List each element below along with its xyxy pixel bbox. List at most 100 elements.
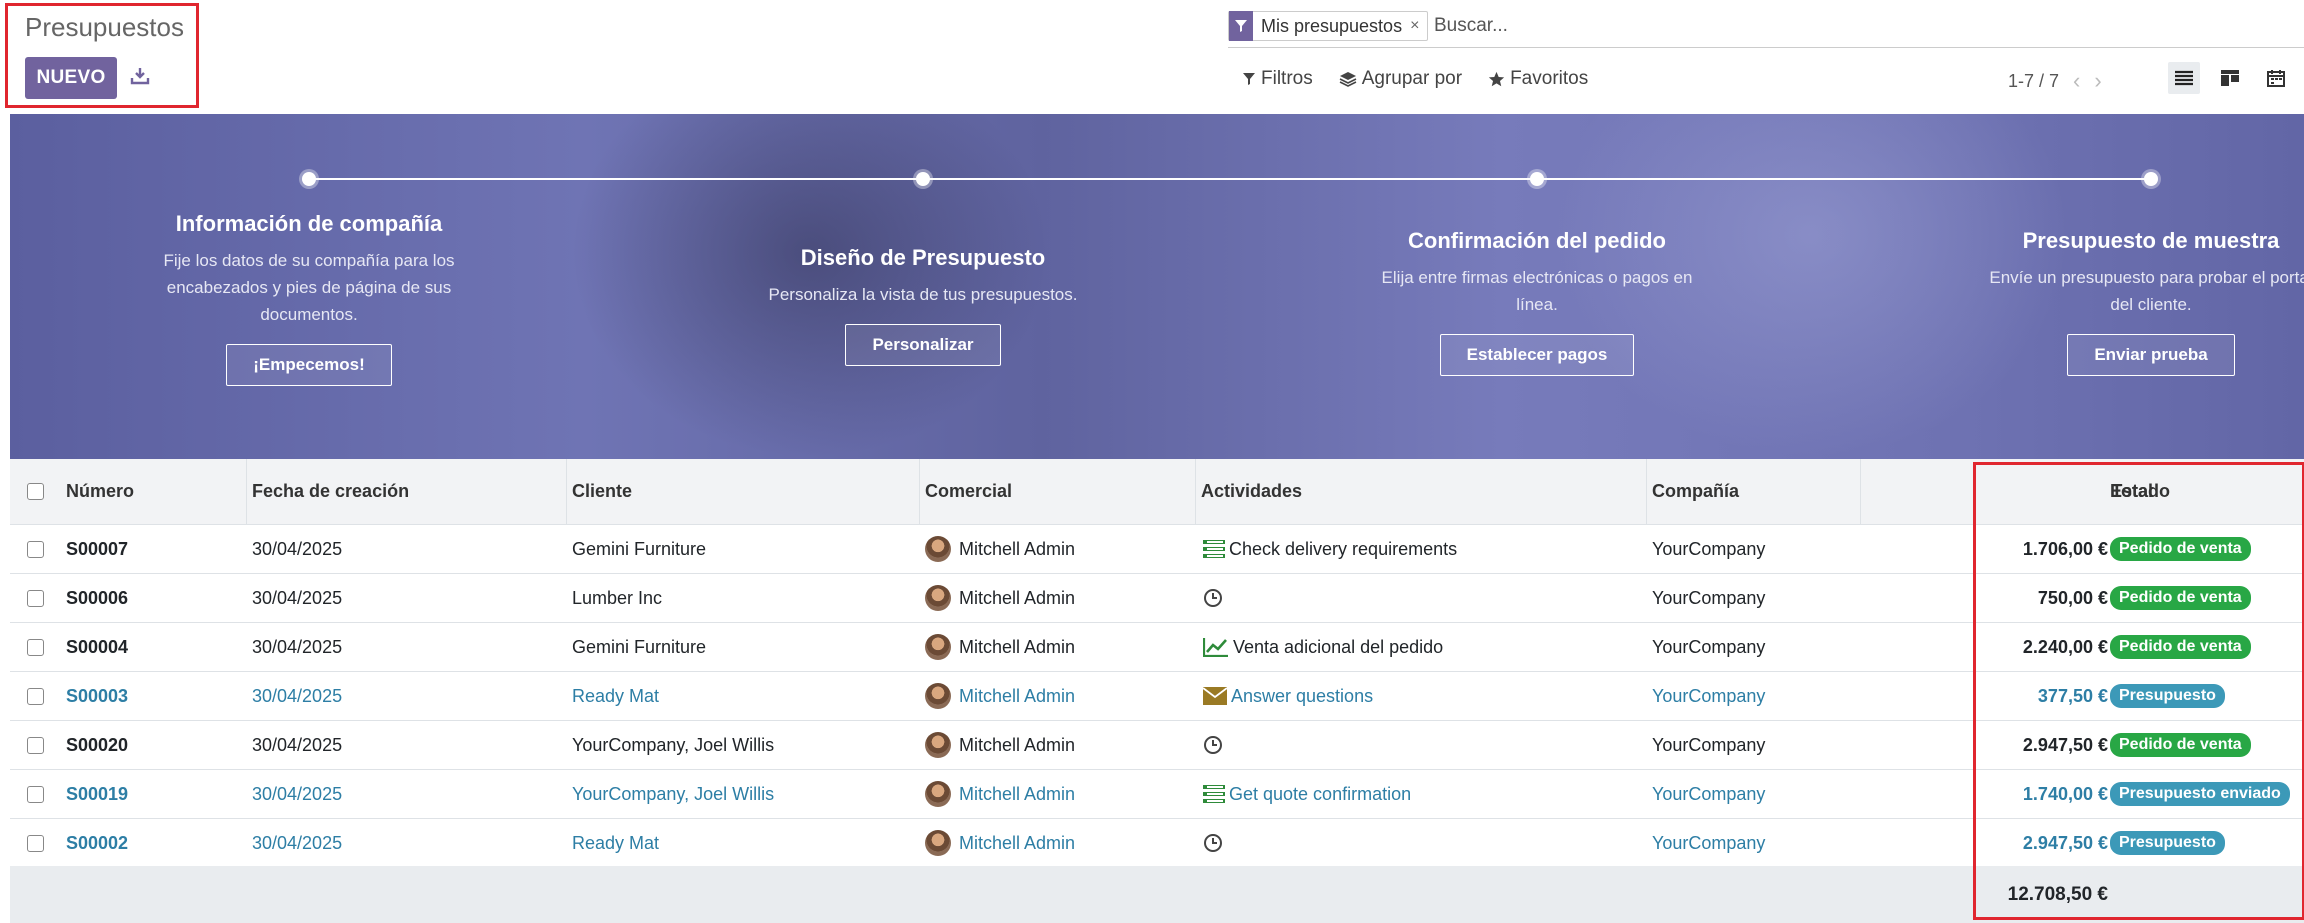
filters-label: Filtros [1261,68,1313,89]
row-date: 30/04/2025 [252,587,343,608]
row-date: 30/04/2025 [252,636,343,657]
step-description: Fije los datos de su compañía para los e… [163,251,455,324]
new-button[interactable]: NUEVO [25,57,117,99]
row-checkbox[interactable] [27,785,44,803]
groupby-dropdown[interactable]: Agrupar por [1339,68,1462,90]
row-salesperson[interactable]: Mitchell Admin [925,536,1075,562]
row-client: YourCompany, Joel Willis [572,783,775,804]
step-dot [302,172,316,186]
row-checkbox[interactable] [27,687,44,705]
groupby-label: Agrupar por [1361,68,1463,89]
table-row[interactable]: S00004 30/04/2025 Gemini Furniture Mitch… [10,623,2304,672]
clock-icon[interactable] [1203,833,1223,853]
search-facet[interactable]: Mis presupuestos × [1228,11,1429,41]
calendar-view-icon[interactable] [2260,62,2292,94]
step-title: Información de compañía [175,211,443,236]
kanban-view-icon[interactable] [2214,62,2246,94]
avatar [925,536,951,562]
row-number: S00019 [66,783,129,804]
row-date: 30/04/2025 [252,832,343,853]
select-all-checkbox[interactable] [27,483,44,500]
step-sample-quote: Presupuesto de muestra Envíe un presupue… [1981,228,2304,376]
activity-summary: Venta adicional del pedido [1233,636,1444,657]
row-activity[interactable]: Venta adicional del pedido [1203,637,1443,658]
row-activity[interactable] [1203,735,1227,755]
col-date[interactable]: Fecha de creación [252,481,409,502]
col-number[interactable]: Número [66,481,134,502]
favorites-dropdown[interactable]: Favoritos [1488,68,1588,90]
row-checkbox[interactable] [27,736,44,754]
row-checkbox[interactable] [27,589,44,607]
row-activity[interactable]: Answer questions [1203,686,1373,707]
table-row[interactable]: S00007 30/04/2025 Gemini Furniture Mitch… [10,525,2304,574]
avatar [925,781,951,807]
set-payments-button[interactable]: Establecer pagos [1439,334,1635,376]
clock-icon[interactable] [1203,735,1223,755]
salesperson-name: Mitchell Admin [959,587,1076,608]
salesperson-name: Mitchell Admin [959,538,1076,559]
control-panel: Presupuestos NUEVO Mis presupuestos × Fi… [0,0,2304,114]
row-activity[interactable]: Check delivery requirements [1203,539,1457,560]
row-activity[interactable] [1203,588,1227,608]
row-activity[interactable]: Get quote confirmation [1203,784,1411,805]
pager-next-icon[interactable]: › [2094,68,2101,94]
row-salesperson[interactable]: Mitchell Admin [925,781,1075,807]
row-client: Ready Mat [572,832,660,853]
step-quote-design: Diseño de Presupuesto Personaliza la vis… [753,245,1093,366]
envelope-icon[interactable] [1203,687,1227,705]
table-row[interactable]: S00003 30/04/2025 Ready Mat Mitchell Adm… [10,672,2304,721]
row-company: YourCompany [1652,783,1766,804]
step-company-info: Información de compañía Fije los datos d… [139,211,479,386]
table-header: Número Fecha de creación Cliente Comerci… [10,459,2304,525]
onboarding-banner: Información de compañía Fije los datos d… [10,114,2304,459]
row-salesperson[interactable]: Mitchell Admin [925,585,1075,611]
filter-icon [1229,11,1253,41]
list-icon[interactable] [1203,785,1225,803]
page-title: Presupuestos [25,12,184,42]
row-activity[interactable] [1203,833,1227,853]
col-client[interactable]: Cliente [572,481,632,502]
start-button[interactable]: ¡Empecemos! [226,344,392,386]
row-date: 30/04/2025 [252,734,343,755]
star-icon [1488,71,1505,86]
row-salesperson[interactable]: Mitchell Admin [925,683,1075,709]
row-company: YourCompany [1652,636,1766,657]
customize-button[interactable]: Personalizar [845,324,1001,366]
activity-summary: Answer questions [1231,685,1374,706]
list-icon[interactable] [1203,540,1225,558]
salesperson-name: Mitchell Admin [959,636,1076,657]
col-activities[interactable]: Actividades [1201,481,1302,502]
row-checkbox[interactable] [27,834,44,852]
filters-dropdown[interactable]: Filtros [1242,68,1313,90]
row-company: YourCompany [1652,587,1766,608]
col-salesperson[interactable]: Comercial [925,481,1012,502]
table-row[interactable]: S00002 30/04/2025 Ready Mat Mitchell Adm… [10,819,2304,868]
progress-track [309,178,2151,180]
row-checkbox[interactable] [27,540,44,558]
avatar [925,732,951,758]
send-test-button[interactable]: Enviar prueba [2067,334,2235,376]
row-checkbox[interactable] [27,638,44,656]
step-dot [916,172,930,186]
table-row[interactable]: S00019 30/04/2025 YourCompany, Joel Will… [10,770,2304,819]
row-salesperson[interactable]: Mitchell Admin [925,634,1075,660]
pager: 1-7 / 7 ‹ › [2008,68,2102,94]
filter-icon [1243,73,1255,85]
table-row[interactable]: S00006 30/04/2025 Lumber Inc Mitchell Ad… [10,574,2304,623]
row-number: S00004 [66,636,129,657]
row-client: Gemini Furniture [572,538,707,559]
facet-label: Mis presupuestos [1261,15,1403,36]
pager-previous-icon[interactable]: ‹ [2073,68,2080,94]
facet-remove-icon[interactable]: × [1410,17,1427,35]
col-company[interactable]: Compañía [1652,481,1739,502]
download-icon[interactable] [130,66,150,86]
chart-icon[interactable] [1203,637,1229,657]
pager-value[interactable]: 1-7 / 7 [2008,71,2059,92]
row-salesperson[interactable]: Mitchell Admin [925,732,1075,758]
list-view-icon[interactable] [2168,62,2200,94]
table-row[interactable]: S00020 30/04/2025 YourCompany, Joel Will… [10,721,2304,770]
clock-icon[interactable] [1203,588,1223,608]
row-salesperson[interactable]: Mitchell Admin [925,830,1075,856]
row-company: YourCompany [1652,734,1766,755]
search-input[interactable] [1434,11,1934,41]
